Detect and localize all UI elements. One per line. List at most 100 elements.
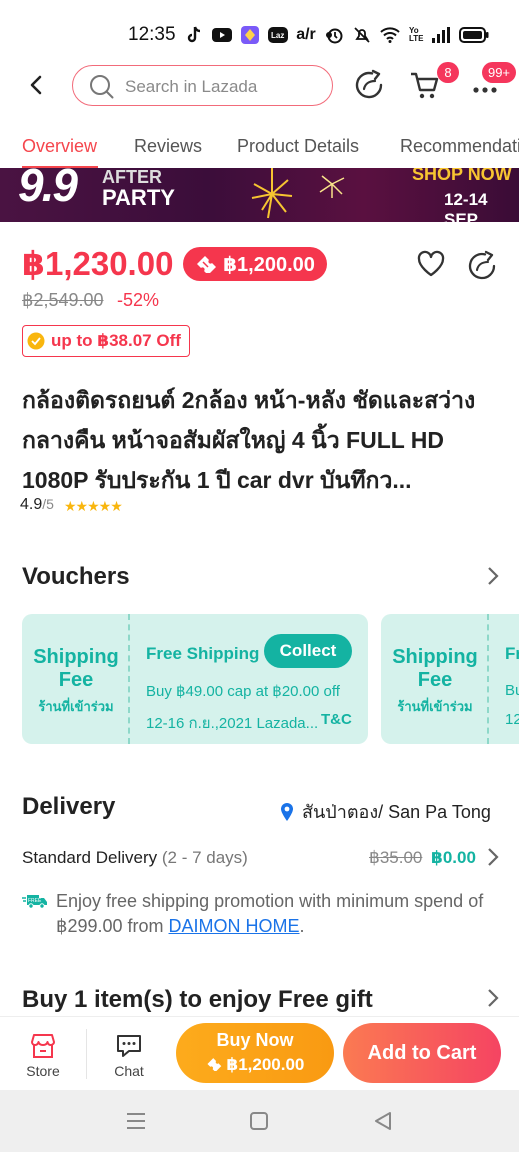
free-shipping-promo: Enjoy free shipping promotion with minim…: [56, 889, 496, 939]
delivery-new-fee: ฿0.00: [431, 848, 476, 867]
delivery-location[interactable]: สันป่าตอง/ San Pa Tong: [280, 797, 491, 826]
original-price: ฿2,549.00: [22, 290, 104, 310]
add-to-cart-button[interactable]: Add to Cart: [343, 1023, 501, 1083]
chat-label: Chat: [114, 1063, 144, 1079]
tab-reviews[interactable]: Reviews: [134, 136, 202, 157]
buy-now-label: Buy Now: [216, 1030, 294, 1050]
signal-icon: [432, 27, 450, 43]
bottom-action-bar: Store Chat Buy Now ฿1,200.00 Add to Cart: [0, 1016, 519, 1090]
coupon-label: up to ฿38.07 Off: [51, 331, 181, 350]
vouchers-chevron-right-icon[interactable]: [486, 566, 500, 586]
voucher-card: ShippingFee ร้านที่เข้าร่วม Fr Bu 12: [381, 614, 519, 744]
discount-percent: -52%: [117, 290, 160, 310]
banner-party: PARTY: [102, 185, 175, 210]
free-gift-heading: Buy 1 item(s) to enjoy Free gift: [22, 986, 373, 1013]
tab-recommendations[interactable]: Recommendations: [400, 136, 519, 157]
lazada-icon: Laz: [268, 26, 288, 44]
voucher-price: ฿1,200.00: [223, 253, 315, 276]
voucher-validity: 12-16 ก.ย.,2021 Lazada...: [146, 715, 319, 732]
wishlist-heart-icon[interactable]: [416, 250, 446, 278]
store-icon: [31, 1034, 55, 1058]
free-shipping-truck-icon: FREE: [22, 895, 47, 909]
rating[interactable]: 4.9/5: [20, 496, 54, 514]
voucher-left-line2: Fee: [58, 669, 94, 691]
battery-icon: [459, 27, 489, 43]
voucher-left-line1: Shipping: [33, 646, 119, 668]
fireworks-icon: [251, 168, 345, 219]
wifi-icon: [380, 27, 400, 43]
buy-now-price: ฿1,200.00: [226, 1055, 305, 1074]
search-placeholder: Search in Lazada: [125, 77, 258, 96]
voucher-shipping-fee: Shipping Fee: [22, 646, 130, 692]
chat-icon: [117, 1035, 141, 1057]
volte-icon: Yo LTE: [409, 26, 424, 43]
back-icon[interactable]: [372, 1110, 394, 1132]
voucher-title: Fr: [505, 644, 519, 663]
recent-apps-icon[interactable]: [125, 1110, 147, 1132]
tab-overview[interactable]: Overview: [22, 136, 97, 157]
voucher-left-line1: Shipping: [392, 646, 478, 668]
store-label: Store: [26, 1063, 60, 1079]
voucher-title: Free Shipping: [146, 644, 260, 663]
voucher-price-badge: ฿1,200.00: [183, 247, 327, 281]
voucher-validity: 12: [505, 711, 519, 728]
voucher-shipping-fee: Shipping Fee: [381, 646, 489, 692]
tab-product-details[interactable]: Product Details: [237, 136, 359, 157]
banner-dates: 12-14 SEP: [444, 190, 488, 222]
voucher-tc-link[interactable]: T&C: [321, 711, 352, 728]
air-icon: a/r: [296, 26, 316, 43]
divider: [86, 1029, 87, 1079]
coin-icon: [27, 332, 45, 350]
voucher-participating-shops: ร้านที่เข้าร่วม: [38, 699, 114, 714]
product-title: กล้องติดรถยนต์ 2กล้อง หน้า-หลัง ชัดและสว…: [22, 387, 476, 493]
home-icon[interactable]: [248, 1110, 270, 1132]
coupon-badge[interactable]: up to ฿38.07 Off: [22, 325, 190, 357]
top-bar: Search in Lazada 8 99+: [0, 62, 519, 110]
delivery-old-fee: ฿35.00: [369, 848, 423, 867]
delivery-location-label: สันป่าตอง/ San Pa Tong: [302, 802, 491, 822]
promo-banner[interactable]: 9.9 AFTER PARTY SHOP NOW 12-14 SEP: [0, 168, 519, 222]
share-icon[interactable]: [352, 68, 386, 102]
free-shipping-text-end: .: [299, 916, 305, 936]
banner-shop-now: SHOP NOW: [412, 168, 512, 184]
buy-now-price-row: ฿1,200.00: [176, 1055, 334, 1075]
voucher-card-left: Shipping Fee ร้านที่เข้าร่วม: [381, 614, 489, 744]
standard-delivery-days: (2 - 7 days): [161, 848, 248, 867]
collect-button[interactable]: Collect: [264, 634, 352, 668]
delivery-chevron-right-icon[interactable]: [486, 847, 500, 867]
more-badge: 99+: [482, 62, 516, 83]
search-input[interactable]: Search in Lazada: [72, 65, 333, 106]
rating-stars: ★★★★★: [64, 498, 123, 514]
rating-value: 4.9: [20, 496, 43, 513]
buy-now-button[interactable]: Buy Now ฿1,200.00: [176, 1023, 334, 1083]
location-pin-icon: [281, 802, 293, 821]
tiktok-icon: [184, 26, 204, 44]
share-product-icon[interactable]: [466, 250, 498, 280]
alarm-icon: [327, 28, 343, 44]
cart-badge: 8: [437, 62, 459, 83]
standard-delivery-label: Standard Delivery: [22, 848, 158, 867]
mute-icon: [354, 27, 370, 43]
current-price: ฿1,230.00: [22, 245, 174, 282]
ticket-icon: [207, 1058, 221, 1072]
vouchers-heading: Vouchers: [22, 563, 130, 590]
rating-of: /5: [42, 496, 54, 512]
gift-chevron-right-icon[interactable]: [486, 988, 500, 1008]
status-time: 12:35: [128, 24, 176, 45]
shop-link[interactable]: DAIMON HOME: [169, 916, 300, 936]
voucher-left-line2: Fee: [417, 669, 453, 691]
search-icon: [90, 75, 114, 99]
status-bar: 12:35 Laz a/r Yo LTE: [0, 0, 519, 62]
store-button[interactable]: Store: [18, 1033, 68, 1079]
voucher-condition: Buy ฿49.00 cap at ฿20.00 off: [146, 683, 340, 700]
voucher-card-left: Shipping Fee ร้านที่เข้าร่วม: [22, 614, 130, 744]
youtube-icon: [212, 26, 232, 44]
chat-button[interactable]: Chat: [104, 1033, 154, 1079]
section-tabs: Overview Reviews Product Details Recomme…: [0, 128, 519, 168]
banner-99: 9.9: [18, 168, 78, 211]
standard-delivery[interactable]: Standard Delivery (2 - 7 days): [22, 848, 248, 868]
banner-after: AFTER: [102, 168, 162, 187]
voucher-condition: Bu: [505, 682, 519, 699]
system-navigation-bar: [0, 1090, 519, 1152]
back-arrow-icon[interactable]: [22, 70, 52, 100]
